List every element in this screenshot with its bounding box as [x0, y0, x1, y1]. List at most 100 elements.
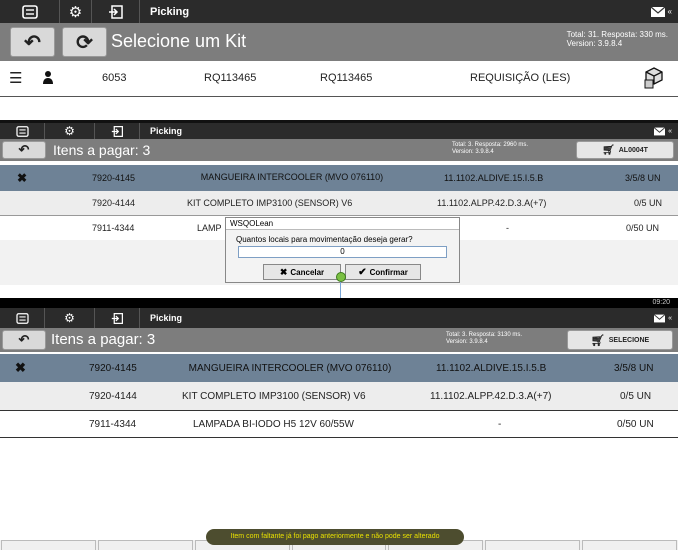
confirm-button[interactable]: ✔ Confirmar	[345, 264, 421, 280]
header-bar: ↶ Itens a pagar: 3 Total: 3. Resposta: 3…	[0, 328, 678, 352]
close-x-icon[interactable]: ✖	[15, 360, 26, 376]
tab[interactable]	[485, 540, 581, 550]
item-description: KIT COMPLETO IMP3100 (SENSOR) V6	[187, 198, 353, 208]
settings-button[interactable]: ⚙	[60, 0, 92, 23]
status-info: Total: 3. Resposta: 3130 ms. Version: 3.…	[446, 332, 522, 346]
item-quantity: 0/50 UN	[626, 223, 660, 233]
item-description: MANGUEIRA INTERCOOLER (MVO 076110)	[188, 362, 392, 374]
refresh-button[interactable]: ⟳	[62, 27, 107, 57]
back-button[interactable]: ↶	[10, 27, 55, 57]
back-button[interactable]: ↶	[2, 330, 46, 350]
status-version: Version: 3.9.8.4	[446, 339, 488, 346]
item-location: 11.1102.ALDIVE.15.I.5.B	[436, 362, 547, 374]
menu-icon	[15, 312, 29, 324]
clock: 09:20	[652, 299, 670, 306]
logout-icon	[111, 312, 123, 324]
item-description: LAMP	[197, 223, 222, 233]
kit-row[interactable]: ☰ 6053 RQ113465 RQ113465 REQUISIÇÃO (LES…	[0, 61, 678, 95]
settings-button[interactable]: ⚙	[45, 123, 95, 139]
menu-button[interactable]	[0, 123, 45, 139]
cart-button[interactable]: 🛒︎ SELECIONE	[567, 330, 673, 350]
header-bar: ↶ Itens a pagar: 3 Total: 3. Resposta: 2…	[0, 139, 678, 161]
close-x-icon: ✖	[279, 266, 288, 277]
settings-gear-icon: ⚙	[64, 311, 75, 325]
mail-button[interactable]: «	[653, 313, 678, 324]
top-toolbar: ⚙ Picking «	[0, 308, 678, 328]
logout-button[interactable]	[95, 123, 140, 139]
tab[interactable]	[97, 540, 193, 550]
item-location: 11.1102.ALPP.42.D.3.A(+7)	[437, 198, 547, 208]
user-icon	[43, 71, 53, 84]
status-info: Total: 31. Resposta: 330 ms. Version: 3.…	[567, 30, 678, 48]
logout-button[interactable]	[95, 308, 140, 328]
status-bar: 09:20	[0, 298, 678, 308]
top-toolbar: ⚙ Picking «	[0, 0, 678, 23]
status-info: Total: 3. Resposta: 2960 ms. Version: 3.…	[452, 142, 528, 156]
menu-icon	[21, 4, 38, 19]
tab[interactable]	[582, 540, 678, 550]
back-arrow-icon: ↶	[18, 142, 30, 157]
page-title: Itens a pagar: 3	[51, 331, 156, 348]
kit-code: RQ113465	[204, 72, 257, 84]
app-title: Picking	[150, 313, 183, 323]
item-description: MANGUEIRA INTERCOOLER (MVO 076110)	[200, 172, 384, 183]
list-icon[interactable]: ☰	[9, 69, 22, 87]
settings-button[interactable]: ⚙	[45, 308, 95, 328]
settings-gear-icon: ⚙	[64, 124, 75, 138]
item-row[interactable]: 7920-4144 KIT COMPLETO IMP3100 (SENSOR) …	[0, 191, 678, 215]
boxes-icon[interactable]	[643, 66, 665, 90]
item-code: 7920-4144	[92, 198, 136, 208]
item-row[interactable]: 7911-4344 LAMPADA BI-IODO H5 12V 60/55W …	[0, 411, 678, 437]
confirm-label: Confirmar	[369, 267, 408, 277]
header-bar: ↶ ⟳ Selecione um Kit Total: 31. Resposta…	[0, 23, 678, 61]
cart-icon: 🛒︎	[590, 334, 605, 347]
item-description: KIT COMPLETO IMP3100 (SENSOR) V6	[182, 390, 366, 402]
item-quantity: 0/5 UN	[634, 198, 663, 208]
cart-label: SELECIONE	[608, 336, 650, 344]
item-row[interactable]: ✖ 7920-4145 MANGUEIRA INTERCOOLER (MVO 0…	[0, 354, 678, 382]
logout-icon	[111, 125, 123, 137]
check-icon: ✔	[358, 266, 367, 278]
touch-line	[340, 282, 341, 298]
cancel-label: Cancelar	[290, 267, 325, 277]
logout-button[interactable]	[92, 0, 140, 23]
refresh-icon: ⟳	[76, 31, 93, 54]
item-row[interactable]: ✖ 7920-4145 MANGUEIRA INTERCOOLER (MVO 0…	[0, 165, 678, 191]
locations-count-input[interactable]: 0	[238, 246, 447, 258]
item-quantity: 3/5/8 UN	[614, 362, 654, 374]
tab[interactable]	[1, 540, 96, 550]
dialog-title: WSQOLean	[226, 218, 459, 230]
item-code: 7911-4344	[89, 418, 137, 430]
logout-icon	[108, 4, 123, 19]
cancel-button[interactable]: ✖ Cancelar	[263, 264, 341, 280]
settings-gear-icon: ⚙	[68, 3, 83, 21]
menu-button[interactable]	[0, 308, 45, 328]
cart-icon: 🛒︎	[602, 144, 615, 156]
item-location: 11.1102.ALPP.42.D.3.A(+7)	[430, 390, 552, 402]
item-quantity: 0/5 UN	[620, 390, 652, 402]
menu-button[interactable]	[0, 0, 60, 23]
page-title: Itens a pagar: 3	[53, 142, 151, 158]
toast-message: Item com faltante já foi pago anteriorme…	[206, 529, 464, 545]
empty-area	[0, 438, 678, 540]
menu-icon	[15, 125, 29, 137]
mail-button[interactable]: «	[653, 126, 678, 137]
item-location: -	[498, 418, 502, 430]
cart-button[interactable]: 🛒︎ AL0004T	[576, 141, 674, 159]
items-panel: 09:20 ⚙ Picking « ↶ Itens a pagar: 3 Tot…	[0, 298, 678, 550]
mail-button[interactable]: «	[650, 5, 678, 19]
item-code: 7920-4145	[89, 362, 137, 374]
back-arrow-icon: ↶	[18, 332, 30, 347]
close-x-icon[interactable]: ✖	[17, 171, 27, 185]
kit-number: 6053	[102, 72, 127, 84]
item-row[interactable]: 7920-4144 KIT COMPLETO IMP3100 (SENSOR) …	[0, 382, 678, 410]
status-total: Total: 31. Resposta: 330 ms.	[566, 30, 668, 39]
divider	[0, 96, 678, 97]
item-quantity: 0/50 UN	[617, 418, 654, 430]
kit-code-secondary: RQ113465	[320, 72, 373, 84]
status-total: Total: 3. Resposta: 3130 ms.	[446, 332, 523, 338]
status-total: Total: 3. Resposta: 2960 ms.	[452, 142, 529, 148]
back-button[interactable]: ↶	[2, 141, 46, 159]
cart-label: AL0004T	[618, 146, 648, 154]
item-code: 7920-4144	[89, 390, 137, 402]
